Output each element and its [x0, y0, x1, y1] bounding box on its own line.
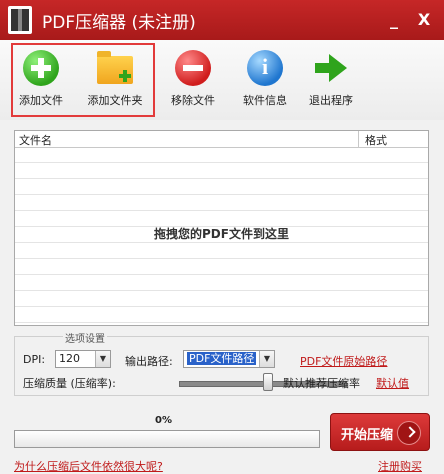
options-legend: 选项设置: [63, 330, 107, 345]
minimize-button[interactable]: _: [384, 10, 404, 30]
progress-percent: 0%: [155, 415, 172, 426]
software-info-label: 软件信息: [243, 94, 287, 107]
default-value-link[interactable]: 默认值: [376, 375, 409, 391]
close-button[interactable]: X: [414, 10, 434, 30]
highlight-box: [11, 43, 155, 117]
output-path-select[interactable]: PDF文件路径 ▼: [183, 350, 275, 368]
output-path-value: PDF文件路径: [187, 352, 257, 365]
quality-slider-thumb[interactable]: [263, 373, 273, 391]
file-list[interactable]: 文件名 格式 拖拽您的PDF文件到这里: [14, 130, 429, 326]
info-icon: i: [247, 50, 283, 86]
app-logo-icon: [8, 6, 32, 34]
quality-label: 压缩质量 (压缩率):: [23, 377, 116, 390]
remove-file-icon: [175, 50, 211, 86]
dpi-label: DPI:: [23, 353, 46, 366]
drop-hint: 拖拽您的PDF文件到这里: [154, 227, 289, 241]
why-large-link[interactable]: 为什么压缩后文件依然很大呢?: [14, 458, 163, 474]
chevron-down-icon[interactable]: ▼: [95, 351, 110, 367]
exit-label: 退出程序: [309, 94, 353, 107]
register-link[interactable]: 注册购买: [378, 458, 422, 474]
output-path-label: 输出路径:: [125, 355, 173, 368]
start-compress-button[interactable]: 开始压缩: [330, 413, 430, 451]
arrow-right-icon: [397, 421, 421, 445]
options-group: 选项设置 DPI: 120 ▼ 输出路径: PDF文件路径 ▼ PDF文件原始路…: [14, 330, 429, 396]
main-panel: 文件名 格式 拖拽您的PDF文件到这里 选项设置 DPI: 120 ▼ 输出路径…: [0, 120, 444, 474]
software-info-button[interactable]: i 软件信息: [230, 50, 300, 108]
recommended-label: 默认推荐压缩率: [283, 377, 360, 390]
app-window: PDF压缩器 (未注册) _ X 添加文件 添加文件夹 移除文件 i 软件信息 …: [0, 0, 444, 474]
window-title: PDF压缩器 (未注册): [42, 13, 196, 33]
start-compress-label: 开始压缩: [341, 428, 394, 443]
original-path-link[interactable]: PDF文件原始路径: [300, 353, 387, 369]
remove-file-button[interactable]: 移除文件: [158, 50, 228, 108]
progress-bar: [14, 430, 320, 448]
dpi-select[interactable]: 120 ▼: [55, 350, 111, 368]
column-filename[interactable]: 文件名: [19, 132, 52, 148]
remove-file-label: 移除文件: [171, 94, 215, 107]
title-bar[interactable]: PDF压缩器 (未注册) _ X: [0, 0, 444, 40]
exit-arrow-icon: [313, 50, 349, 86]
exit-button[interactable]: 退出程序: [296, 50, 366, 108]
dpi-value: 120: [59, 352, 80, 365]
file-list-header: 文件名 格式: [15, 131, 428, 148]
chevron-down-icon[interactable]: ▼: [259, 351, 274, 367]
column-format[interactable]: 格式: [365, 132, 387, 148]
